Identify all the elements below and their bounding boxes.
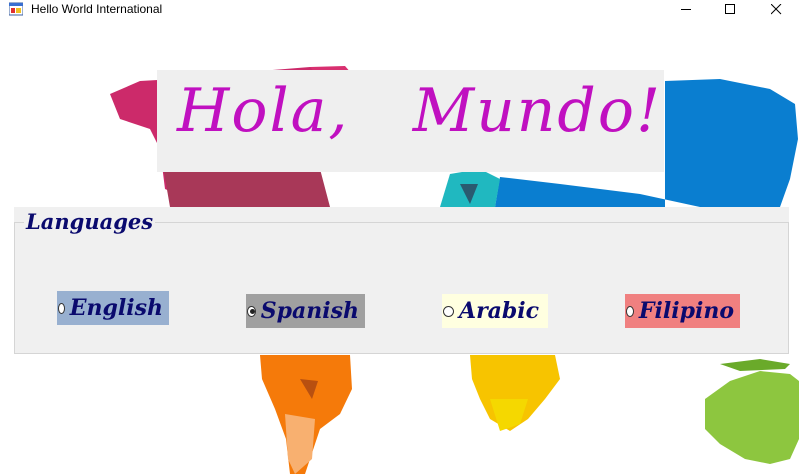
greeting-text: Hola, Mundo! xyxy=(177,76,663,146)
radio-spanish[interactable]: Spanish xyxy=(246,294,365,328)
australia-shape xyxy=(705,371,799,464)
radio-english[interactable]: English xyxy=(57,291,169,325)
minimize-icon xyxy=(680,9,691,10)
close-icon xyxy=(770,4,781,15)
radio-button-indicator-checked[interactable] xyxy=(247,305,256,317)
radio-spanish-label: Spanish xyxy=(260,298,359,324)
radio-arabic[interactable]: Arabic xyxy=(442,294,548,328)
africa-south-shape xyxy=(490,399,528,431)
languages-groupbox: Languages English Spanish Arabic Filipin… xyxy=(14,207,789,354)
maximize-button[interactable] xyxy=(707,0,753,19)
radio-button-indicator[interactable] xyxy=(443,305,454,317)
radio-english-label: English xyxy=(69,295,163,321)
form-client-area: Hola, Mundo! Languages English Spanish A… xyxy=(0,19,799,474)
minimize-button[interactable] xyxy=(663,0,709,19)
window-title: Hello World International xyxy=(31,2,163,16)
groupbox-title: Languages xyxy=(24,209,156,235)
radio-button-indicator[interactable] xyxy=(626,305,634,317)
radio-arabic-label: Arabic xyxy=(459,298,540,324)
greeting-panel: Hola, Mundo! xyxy=(157,70,664,172)
radio-filipino-label: Filipino xyxy=(638,298,734,324)
radio-filipino[interactable]: Filipino xyxy=(625,294,740,328)
radio-button-indicator[interactable] xyxy=(58,302,65,314)
indonesia-shape xyxy=(720,359,790,371)
app-icon xyxy=(9,2,23,16)
close-button[interactable] xyxy=(753,0,799,19)
maximize-icon xyxy=(724,4,735,14)
title-bar[interactable]: Hello World International xyxy=(0,0,799,19)
groupbox-border xyxy=(14,222,789,354)
